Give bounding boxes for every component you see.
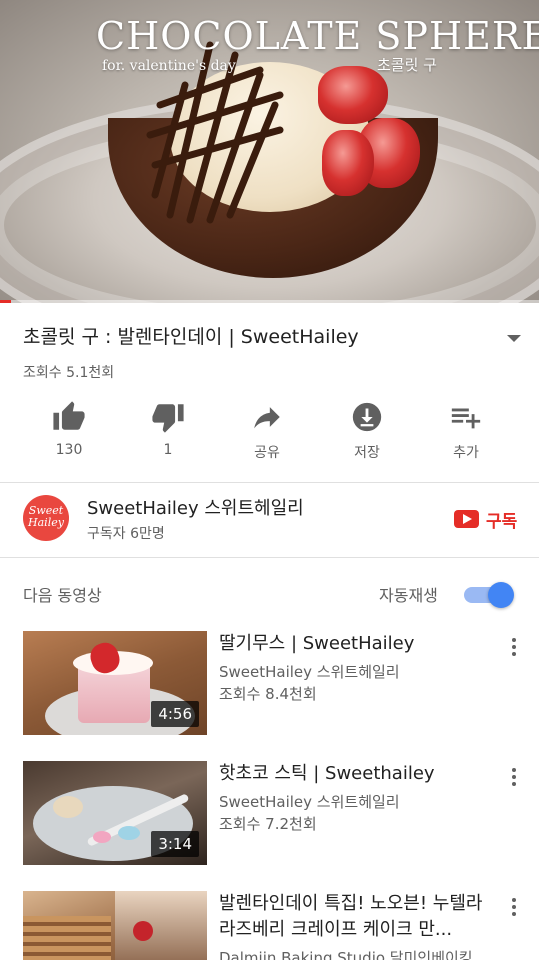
expand-description-icon[interactable] (503, 330, 525, 346)
autoplay-label: 자동재생 (379, 586, 438, 605)
thumbnail-marshmallow (118, 826, 140, 840)
dislike-button[interactable]: 1 (123, 400, 213, 458)
more-options-icon[interactable] (505, 765, 523, 791)
video-duration: 4:56 (151, 701, 199, 727)
video-thumbnail[interactable]: 4:56 (23, 631, 207, 735)
autoplay-toggle[interactable] (464, 582, 516, 608)
video-views: 조회수 7.2천회 (219, 815, 317, 833)
more-options-icon[interactable] (505, 895, 523, 921)
thumbnail-raspberry (133, 921, 153, 941)
avatar-logo-text: Sweet Hailey (28, 504, 64, 529)
progress-fill (0, 300, 11, 303)
video-overlay-title: CHOCOLATE SPHERE (96, 14, 539, 58)
save-offline-button[interactable]: 저장 (322, 400, 412, 462)
youtube-logo-icon (454, 510, 479, 528)
video-title: 발렌타인데이 특집! 노오븐! 누텔라 라즈베리 크레이프 케이크 만... (219, 893, 483, 940)
add-label: 추가 (453, 445, 479, 461)
action-bar: 130 1 공유 저장 추가 (0, 400, 539, 470)
download-icon (352, 402, 382, 432)
video-list-item[interactable]: 발렌타인데이 특집! 노오븐! 누텔라 라즈베리 크레이프 케이크 만... D… (0, 891, 539, 960)
subscribe-button[interactable]: 구독 (454, 506, 517, 532)
video-title: 초콜릿 구 : 발렌타인데이 | SweetHailey (23, 326, 359, 348)
like-count: 130 (55, 442, 83, 458)
video-list-item[interactable]: 4:56 딸기무스 | SweetHailey SweetHailey 스위트헤… (0, 631, 539, 741)
thumbs-down-icon (152, 404, 184, 433)
video-thumbnail[interactable] (23, 891, 207, 960)
share-icon (254, 407, 280, 429)
thumbnail-cookie (53, 796, 83, 818)
divider (0, 557, 539, 558)
thumbnail-crepe-cake (23, 916, 111, 960)
more-options-icon[interactable] (505, 635, 523, 661)
video-overlay-subtitle: for. valentine's day (102, 58, 236, 74)
save-label: 저장 (354, 445, 380, 461)
share-label: 공유 (254, 445, 280, 461)
like-button[interactable]: 130 (24, 400, 114, 458)
progress-bar[interactable] (0, 300, 539, 303)
channel-avatar[interactable]: Sweet Hailey (23, 495, 69, 541)
thumbs-up-icon (53, 401, 85, 430)
divider (0, 482, 539, 483)
subscribe-label: 구독 (486, 511, 518, 532)
view-count: 조회수 5.1천회 (23, 365, 115, 381)
strawberry (322, 130, 374, 196)
video-thumbnail[interactable]: 3:14 (23, 761, 207, 865)
video-channel: Dalmiin Baking Studio 달미인베이킹 (219, 949, 473, 960)
video-channel: SweetHailey 스위트헤일리 (219, 663, 400, 681)
video-title: 딸기무스 | SweetHailey (219, 633, 415, 654)
add-to-playlist-icon (451, 408, 481, 429)
video-title: 핫초코 스틱 | Sweethailey (219, 763, 435, 784)
dislike-count: 1 (163, 442, 173, 458)
video-list-item[interactable]: 3:14 핫초코 스틱 | Sweethailey SweetHailey 스위… (0, 761, 539, 871)
video-channel: SweetHailey 스위트헤일리 (219, 793, 400, 811)
channel-name[interactable]: SweetHailey 스위트헤일리 (87, 494, 304, 520)
thumbnail-marshmallow (93, 831, 111, 843)
subscriber-count: 구독자 6만명 (87, 526, 165, 542)
video-player[interactable]: CHOCOLATE SPHERE for. valentine's day 초콜… (0, 0, 539, 303)
toggle-knob (488, 582, 514, 608)
video-overlay-korean: 초콜릿 구 (377, 56, 437, 74)
video-views: 조회수 8.4천회 (219, 685, 317, 703)
up-next-label: 다음 동영상 (23, 586, 102, 605)
thumbnail-cake (115, 891, 207, 960)
add-to-playlist-button[interactable]: 추가 (421, 400, 511, 462)
video-duration: 3:14 (151, 831, 199, 857)
share-button[interactable]: 공유 (222, 400, 312, 462)
